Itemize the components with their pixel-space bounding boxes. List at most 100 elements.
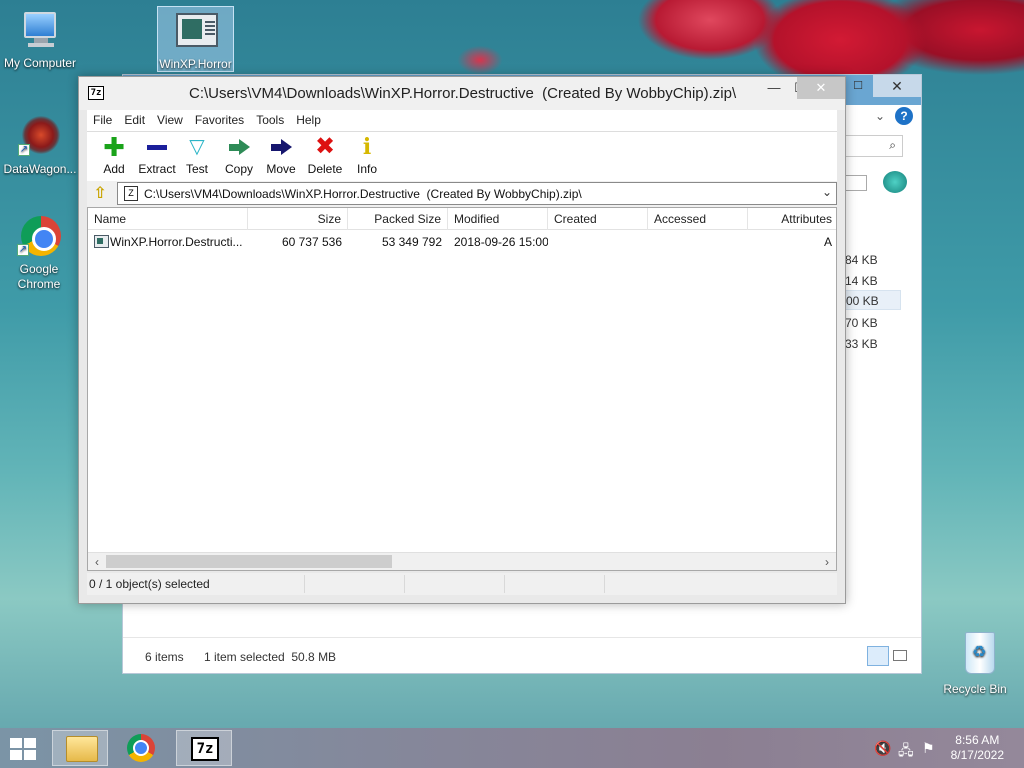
zip-archive-icon: Z [124,186,138,201]
column-accessed[interactable]: Accessed [648,208,748,230]
list-header: Name Size Packed Size Modified Created A… [88,208,836,230]
datawagon-icon: ↗ [16,114,64,160]
clock[interactable]: 8:56 AM 8/17/2022 [951,733,1004,763]
menu-favorites[interactable]: Favorites [189,110,250,127]
size-cell: 33 KB [845,337,878,351]
size-cell-selected: 00 KB [845,290,901,310]
toolbar: ✚ Add Extract ▽ Test Copy Move ✖ Delete … [87,131,837,181]
info-label: Info [356,162,377,176]
view-options-icon[interactable] [845,175,867,191]
windows-logo-icon [10,738,38,762]
extract-icon [145,136,169,158]
minimize-button[interactable]: — [761,77,787,99]
delete-icon: ✖ [314,133,336,160]
desktop-icon-winxp-horror[interactable]: WinXP.Horror [157,6,234,72]
scroll-right-icon[interactable]: › [818,553,836,571]
up-folder-icon[interactable]: ⇧ [91,185,109,203]
sevenzip-app-icon: 7z [88,86,104,100]
menu-tools[interactable]: Tools [250,110,290,127]
info-icon: i [362,134,372,160]
column-size[interactable]: Size [248,208,348,230]
desktop-icon-datawagon[interactable]: ↗ DataWagon... [0,114,80,177]
cell-name: WinXP.Horror.Destructi... [110,235,243,249]
action-center-icon[interactable]: ⚑ [922,740,935,757]
sevenzip-titlebar[interactable]: 7z C:\Users\VM4\Downloads\WinXP.Horror.D… [79,77,845,110]
test-label: Test [185,162,208,176]
explorer-search-input[interactable]: ⌕ [845,135,903,157]
help-icon[interactable]: ? [895,107,913,125]
menu-edit[interactable]: Edit [118,110,151,127]
shortcut-arrow-icon: ↗ [18,144,30,156]
status-bar: 0 / 1 object(s) selected [87,573,837,595]
chrome-icon: ↗ [15,214,63,260]
size-cell: 70 KB [845,316,878,330]
add-icon: ✚ [103,132,125,162]
window-title: C:\Users\VM4\Downloads\WinXP.Horror.Dest… [189,85,737,102]
cell-modified: 2018-09-26 15:00 [454,235,548,249]
status-segment [405,575,505,593]
column-packed-size[interactable]: Packed Size [348,208,448,230]
horizontal-scrollbar[interactable]: ‹ › [88,552,836,570]
winxp-file-icon [166,7,226,53]
info-button[interactable]: i Info [345,136,389,176]
network-icon[interactable]: 🖧 [898,740,914,764]
desktop-icon-my-computer[interactable]: My Computer [0,8,80,71]
taskbar: 7z 🔇 🖧 ⚑ 8:56 AM 8/17/2022 [0,728,1024,768]
address-input[interactable]: Z C:\Users\VM4\Downloads\WinXP.Horror.De… [117,182,837,205]
test-icon: ▽ [189,136,205,158]
shortcut-arrow-icon: ↗ [17,244,29,256]
large-icons-view-icon[interactable] [893,650,907,661]
shell-icon [883,171,907,193]
desktop-icon-label: DataWagon... [3,162,77,176]
test-button[interactable]: ▽ Test [175,136,219,176]
sevenzip-icon: 7z [191,737,219,761]
clock-date: 8/17/2022 [950,748,1004,762]
search-icon: ⌕ [889,138,896,152]
table-row[interactable]: WinXP.Horror.Destructi... 60 737 536 53 … [88,232,836,252]
explorer-close-button[interactable]: ✕ [873,75,921,97]
folder-icon [66,736,98,762]
move-button[interactable]: Move [259,136,303,176]
address-dropdown-icon[interactable]: ⌄ [822,185,832,199]
status-segment [505,575,605,593]
explorer-status-bar: 6 items 1 item selected 50.8 MB [123,637,921,673]
close-button[interactable]: ✕ [797,77,845,99]
scroll-left-icon[interactable]: ‹ [88,553,106,571]
sevenzip-window[interactable]: 7z C:\Users\VM4\Downloads\WinXP.Horror.D… [78,76,846,604]
status-selection-count: 0 / 1 object(s) selected [87,575,305,593]
details-view-icon[interactable] [867,646,889,666]
column-name[interactable]: Name [88,208,248,230]
delete-label: Delete [307,162,343,176]
desktop-icon-label: WinXP.Horror [159,57,232,71]
desktop-icon-google-chrome[interactable]: ↗ Google Chrome [0,214,78,292]
cell-packed-size: 53 349 792 [381,235,442,249]
taskbar-sevenzip[interactable]: 7z [176,730,232,766]
menu-file[interactable]: File [87,110,118,127]
size-cell: 14 KB [845,274,878,288]
explorer-expand-icon[interactable]: ⌄ [875,109,885,123]
file-list[interactable]: Name Size Packed Size Modified Created A… [87,207,837,571]
delete-button[interactable]: ✖ Delete [301,133,349,177]
scroll-thumb[interactable] [106,555,392,568]
menu-bar: File Edit View Favorites Tools Help [87,110,837,131]
explorer-maximize-button[interactable]: ☐ [845,75,871,97]
desktop-icon-label: Recycle Bin [943,682,1007,696]
taskbar-chrome[interactable] [114,730,170,766]
cell-size: 60 737 536 [281,235,342,249]
volume-muted-icon[interactable]: 🔇 [874,740,891,757]
column-created[interactable]: Created [548,208,648,230]
taskbar-file-explorer[interactable] [52,730,108,766]
start-button[interactable] [0,730,48,766]
copy-button[interactable]: Copy [217,136,261,176]
menu-view[interactable]: View [151,110,189,127]
copy-label: Copy [224,162,253,176]
cell-attributes: A [823,235,832,249]
cell-accessed [648,232,748,252]
move-icon [269,136,293,158]
desktop-icon-recycle-bin[interactable]: Recycle Bin [935,630,1015,697]
column-attributes[interactable]: Attributes [748,208,838,230]
menu-help[interactable]: Help [290,110,327,127]
recycle-bin-icon [951,630,999,676]
status-selection: 1 item selected 50.8 MB [204,650,337,664]
column-modified[interactable]: Modified [448,208,548,230]
